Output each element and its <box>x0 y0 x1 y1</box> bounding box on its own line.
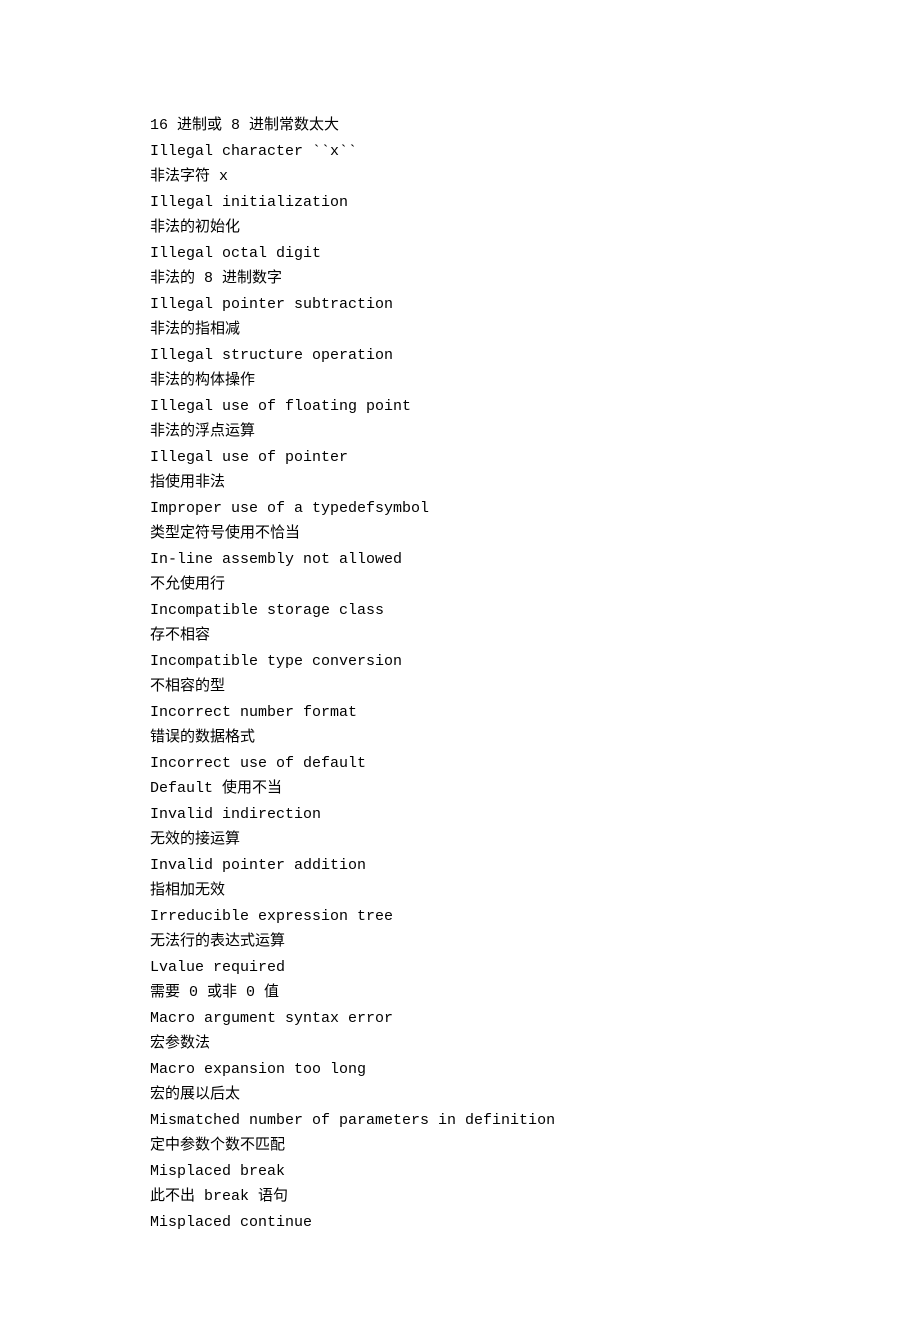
text-line: 不允使用行 <box>150 572 770 598</box>
text-line: Incorrect use of default <box>150 751 770 777</box>
text-line: Illegal pointer subtraction <box>150 292 770 318</box>
text-line: 非法的浮点运算 <box>150 419 770 445</box>
text-line: 宏参数法 <box>150 1031 770 1057</box>
text-line: Improper use of a typedefsymbol <box>150 496 770 522</box>
text-line: 定中参数个数不匹配 <box>150 1133 770 1159</box>
text-line: 错误的数据格式 <box>150 725 770 751</box>
text-line: Illegal structure operation <box>150 343 770 369</box>
text-line: Illegal use of pointer <box>150 445 770 471</box>
text-line: Illegal initialization <box>150 190 770 216</box>
text-line: 非法的指相减 <box>150 317 770 343</box>
text-line: 宏的展以后太 <box>150 1082 770 1108</box>
text-line: 非法的 8 进制数字 <box>150 266 770 292</box>
text-line: 无法行的表达式运算 <box>150 929 770 955</box>
text-line: 此不出 break 语句 <box>150 1184 770 1210</box>
text-line: Misplaced continue <box>150 1210 770 1236</box>
text-line: 非法字符 x <box>150 164 770 190</box>
text-line: Irreducible expression tree <box>150 904 770 930</box>
text-line: 指相加无效 <box>150 878 770 904</box>
document-page: 16 进制或 8 进制常数太大 Illegal character ``x`` … <box>0 0 920 1335</box>
text-line: Incompatible type conversion <box>150 649 770 675</box>
text-line: 存不相容 <box>150 623 770 649</box>
text-line: Misplaced break <box>150 1159 770 1185</box>
text-line: Macro expansion too long <box>150 1057 770 1083</box>
text-line: Incorrect number format <box>150 700 770 726</box>
text-line: Illegal character ``x`` <box>150 139 770 165</box>
text-line: 非法的初始化 <box>150 215 770 241</box>
text-line: 非法的构体操作 <box>150 368 770 394</box>
text-line: Invalid pointer addition <box>150 853 770 879</box>
text-line: Macro argument syntax error <box>150 1006 770 1032</box>
text-line: Lvalue required <box>150 955 770 981</box>
text-line: Illegal octal digit <box>150 241 770 267</box>
text-line: 需要 0 或非 0 值 <box>150 980 770 1006</box>
text-line: In-line assembly not allowed <box>150 547 770 573</box>
text-line: 无效的接运算 <box>150 827 770 853</box>
text-line: Default 使用不当 <box>150 776 770 802</box>
text-line: Invalid indirection <box>150 802 770 828</box>
text-line: 不相容的型 <box>150 674 770 700</box>
text-line: 类型定符号使用不恰当 <box>150 521 770 547</box>
text-line: 16 进制或 8 进制常数太大 <box>150 113 770 139</box>
text-line: Illegal use of floating point <box>150 394 770 420</box>
text-line: Mismatched number of parameters in defin… <box>150 1108 770 1134</box>
text-line: 指使用非法 <box>150 470 770 496</box>
text-line: Incompatible storage class <box>150 598 770 624</box>
